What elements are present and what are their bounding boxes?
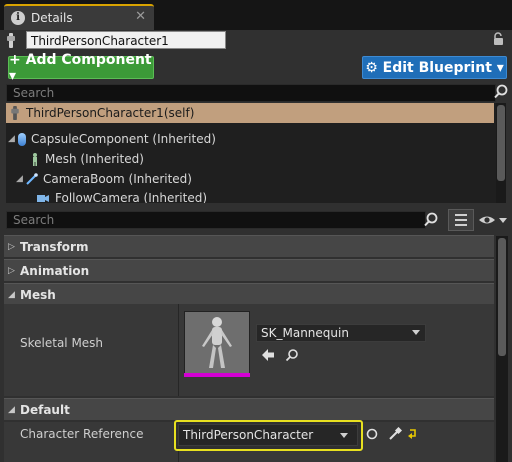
reset-to-default-icon[interactable]	[408, 428, 418, 440]
chevron-down-icon	[340, 433, 348, 438]
info-icon: i	[11, 11, 25, 25]
category-mesh[interactable]: ◢ Mesh	[4, 283, 494, 305]
skeletal-mesh-label: Skeletal Mesh	[20, 336, 104, 350]
tree-item-label: Mesh (Inherited)	[45, 152, 144, 166]
category-transform[interactable]: ▷ Transform	[4, 235, 494, 257]
tree-item-self[interactable]: ThirdPersonCharacter1(self)	[6, 103, 494, 123]
component-search-input[interactable]: Search	[6, 84, 496, 102]
expand-arrow-icon: ▷	[8, 241, 15, 252]
tree-item-label: CameraBoom (Inherited)	[43, 172, 192, 186]
search-icon	[494, 84, 508, 99]
list-view-icon	[455, 214, 467, 226]
eyedropper-icon[interactable]	[388, 427, 402, 441]
collapse-arrow-icon[interactable]: ◢	[16, 169, 26, 189]
category-label: Default	[20, 402, 70, 417]
category-animation[interactable]: ▷ Animation	[4, 259, 494, 281]
use-selected-arrow-icon[interactable]	[261, 348, 275, 362]
skeletal-mesh-dropdown[interactable]: SK_Mannequin	[256, 324, 426, 342]
category-default[interactable]: ◢ Default	[4, 398, 494, 420]
expand-arrow-icon: ▷	[8, 265, 15, 276]
category-label: Mesh	[20, 287, 56, 302]
details-search-input[interactable]: Search	[6, 211, 426, 229]
tree-scrollbar-thumb[interactable]	[497, 105, 505, 181]
details-scrollbar-thumb[interactable]	[498, 238, 506, 356]
tab-label: Details	[31, 11, 73, 25]
search-icon	[424, 212, 438, 227]
actor-name-input[interactable]: ThirdPersonCharacter1	[26, 31, 226, 49]
tree-item-label: CapsuleComponent (Inherited)	[31, 132, 216, 146]
tree-item-mesh[interactable]: Mesh (Inherited)	[30, 149, 144, 169]
mannequin-icon	[202, 317, 232, 368]
character-reference-dropdown[interactable]: ThirdPersonCharacter	[178, 424, 358, 446]
actor-icon	[11, 106, 19, 120]
category-label: Animation	[20, 263, 90, 278]
browse-search-icon[interactable]	[285, 348, 299, 362]
asset-thumbnail[interactable]	[184, 311, 250, 377]
view-options-eye-icon[interactable]	[478, 213, 508, 227]
tree-item-followcamera[interactable]: FollowCamera (Inherited)	[36, 189, 207, 203]
property-matrix-button[interactable]	[448, 209, 474, 231]
collapse-arrow-icon: ◢	[8, 404, 15, 415]
character-reference-label: Character Reference	[20, 427, 144, 441]
camera-icon	[37, 195, 49, 202]
tree-item-capsule[interactable]: ◢ CapsuleComponent (Inherited)	[8, 129, 216, 149]
add-component-button[interactable]: + Add Component ▾	[8, 52, 154, 84]
category-label: Transform	[20, 239, 89, 254]
skeletal-mesh-icon	[33, 152, 37, 166]
tree-item-label: ThirdPersonCharacter1(self)	[26, 106, 195, 120]
edit-blueprint-button[interactable]: ⚙ Edit Blueprint ▾	[362, 56, 507, 79]
lock-icon[interactable]	[492, 32, 506, 46]
tab-details[interactable]: i Details ✕	[4, 4, 154, 30]
tree-item-label: FollowCamera (Inherited)	[55, 191, 208, 203]
column-divider[interactable]	[178, 304, 179, 396]
collapse-arrow-icon[interactable]: ◢	[8, 129, 18, 149]
spring-arm-icon	[26, 173, 38, 185]
actor-icon	[7, 33, 15, 48]
tab-close-button[interactable]: ✕	[135, 9, 146, 24]
clear-icon[interactable]	[366, 428, 378, 440]
asset-type-color-bar	[184, 373, 250, 377]
tree-item-cameraboom[interactable]: ◢ CameraBoom (Inherited)	[16, 169, 192, 189]
capsule-icon	[18, 132, 26, 146]
chevron-down-icon	[412, 330, 420, 335]
collapse-arrow-icon: ◢	[8, 289, 15, 300]
